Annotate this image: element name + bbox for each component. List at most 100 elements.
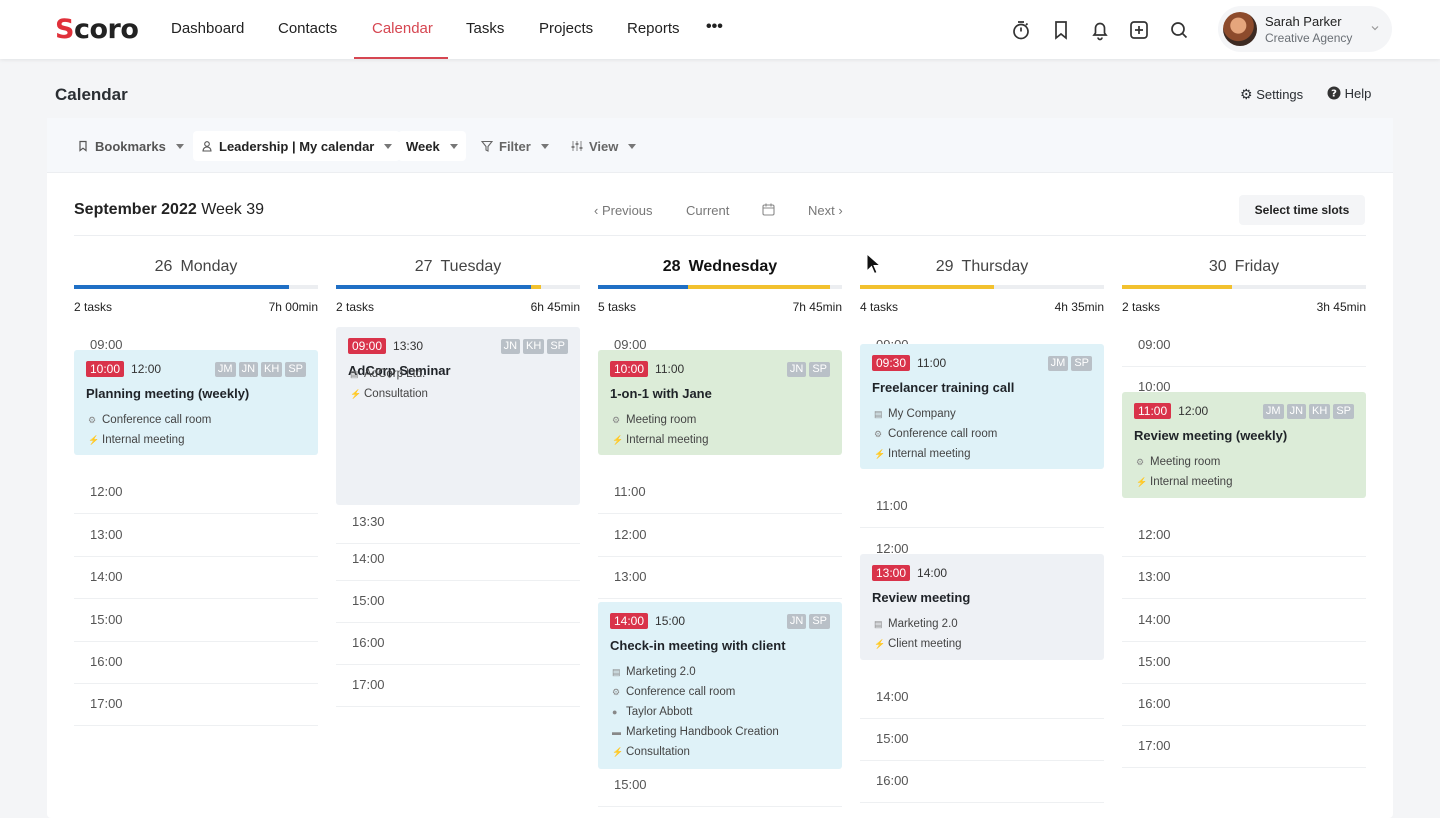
time-slot[interactable]: 16:00 [74, 642, 318, 684]
calendar-event[interactable]: 14:00 15:00 JN SP Check-in meeting with clie… [598, 602, 842, 769]
user-menu[interactable]: Sarah Parker Creative Agency [1218, 6, 1392, 52]
calendar-selector[interactable]: Leadership | My calendar [193, 131, 401, 161]
participant-initials[interactable]: JM [214, 362, 236, 377]
nav-dashboard[interactable]: Dashboard [171, 20, 244, 37]
time-slot[interactable]: 14:00 [860, 677, 1104, 719]
participant-initials[interactable]: JN [786, 614, 807, 629]
view-dropdown[interactable]: View [563, 131, 644, 161]
participant-initials[interactable]: SP [547, 339, 568, 354]
nav-projects[interactable]: Projects [539, 20, 593, 37]
nav-reports[interactable]: Reports [627, 20, 680, 37]
bell-icon[interactable] [1089, 19, 1111, 41]
time-slot[interactable]: 15:00 [598, 765, 842, 807]
participant-initials[interactable]: JM [1262, 404, 1284, 419]
time-slot[interactable]: 12:00 [1122, 515, 1366, 557]
time-slot[interactable]: 14:00 [74, 557, 318, 599]
time-slot[interactable]: 09:00 [1122, 325, 1366, 367]
participant-initials[interactable]: JN [500, 339, 521, 354]
participant-initials[interactable]: JN [786, 362, 807, 377]
current-button[interactable]: Current [686, 203, 729, 218]
time-slot-label: 14:00 [876, 689, 909, 704]
add-icon[interactable] [1128, 19, 1150, 41]
event-participants: JM JN KH SP [214, 362, 306, 377]
more-menu-icon[interactable]: ••• [706, 18, 723, 36]
range-selector[interactable]: Week [398, 131, 466, 161]
next-button[interactable]: Next › [808, 203, 843, 218]
participant-initials[interactable]: SP [1333, 404, 1354, 419]
type-icon: ⚡ [612, 746, 624, 757]
filter-dropdown[interactable]: Filter [473, 131, 557, 161]
previous-button[interactable]: ‹ Previous [594, 203, 653, 218]
time-slot[interactable]: 12:00 [598, 515, 842, 557]
bookmark-icon[interactable] [1050, 19, 1072, 41]
calendar-picker-icon[interactable] [762, 203, 775, 216]
help-link[interactable]: ? Help [1327, 86, 1371, 101]
day-header[interactable]: 26 Monday [74, 258, 318, 276]
day-header[interactable]: 29 Thursday [860, 258, 1104, 276]
time-slot[interactable]: 15:00 [1122, 642, 1366, 684]
calendar-event[interactable]: 10:00 11:00 JN SP 1-on-1 with Jane ⚙ Meeting r… [598, 350, 842, 455]
progress-segment [336, 285, 532, 289]
settings-link[interactable]: ⚙ Settings [1240, 86, 1303, 103]
event-start-badge: 09:00 [348, 338, 387, 354]
participant-initials[interactable]: SP [285, 362, 306, 377]
calendar-event[interactable]: 10:00 12:00 JM JN KH SP Planning meeting (week… [74, 350, 318, 455]
time-slot[interactable]: 13:00 [74, 515, 318, 557]
time-slot[interactable]: 11:00 [860, 486, 1104, 528]
calendar-event[interactable]: 09:00 13:30 JN KH SP AdCorp Seminar ▤ AdCorp Lt… [336, 327, 580, 505]
bookmarks-dropdown[interactable]: Bookmarks [69, 131, 192, 161]
participant-initials[interactable]: KH [261, 362, 283, 377]
event-detail: ▤ Marketing 2.0 [612, 666, 696, 678]
day-header[interactable]: 30 Friday [1122, 258, 1366, 276]
time-slot[interactable]: 13:00 [598, 557, 842, 599]
calendar-event[interactable]: 11:00 12:00 JM JN KH SP Review meeting (weekly… [1122, 392, 1366, 498]
time-slot[interactable]: 14:00 [336, 539, 580, 581]
nav-tasks[interactable]: Tasks [466, 20, 504, 37]
participant-initials[interactable]: KH [523, 339, 545, 354]
event-detail: ● Taylor Abbott [612, 706, 692, 718]
calendar-event[interactable]: 13:00 14:00 Review meeting ▤ Marketing 2.0 ⚡ C… [860, 554, 1104, 660]
time-slot[interactable]: 16:00 [336, 623, 580, 665]
participant-initials[interactable]: SP [809, 614, 830, 629]
day-header[interactable]: 27 Tuesday [336, 258, 580, 276]
time-slot[interactable]: 11:00 [598, 472, 842, 514]
participant-initials[interactable]: JN [238, 362, 259, 377]
nav-contacts[interactable]: Contacts [278, 20, 337, 37]
search-icon[interactable] [1168, 19, 1190, 41]
timer-icon[interactable] [1010, 19, 1032, 41]
time-slot[interactable]: 17:00 [336, 665, 580, 707]
event-time: 11:00 12:00 [1134, 403, 1208, 419]
participant-initials[interactable]: SP [1071, 356, 1092, 371]
calendar-event[interactable]: 09:30 11:00 JM SP Freelancer training call ▤ M… [860, 344, 1104, 469]
time-slot[interactable]: 13:30 [336, 502, 580, 544]
participant-initials[interactable]: JM [1047, 356, 1069, 371]
event-end-time: 14:00 [917, 566, 948, 580]
time-slot[interactable]: 15:00 [74, 600, 318, 642]
time-slot[interactable]: 16:00 [1122, 684, 1366, 726]
day-header[interactable]: 28 Wednesday [598, 258, 842, 276]
participant-initials[interactable]: SP [809, 362, 830, 377]
time-slot[interactable]: 13:00 [1122, 557, 1366, 599]
participant-initials[interactable]: KH [1309, 404, 1331, 419]
project-icon: ▤ [612, 666, 621, 677]
time-slot[interactable]: 15:00 [336, 581, 580, 623]
previous-label: Previous [601, 203, 653, 218]
event-start-badge: 09:30 [872, 355, 911, 371]
time-slot-label: 16:00 [876, 773, 909, 788]
time-slot-label: 17:00 [352, 677, 385, 692]
time-slot[interactable]: 17:00 [1122, 726, 1366, 768]
time-slot-label: 11:00 [614, 484, 646, 499]
caret-down-icon [175, 143, 184, 149]
scoro-logo[interactable]: Scoro [55, 14, 139, 45]
time-slot[interactable]: 17:00 [74, 684, 318, 726]
nav-calendar[interactable]: Calendar [372, 20, 433, 37]
time-slot[interactable]: 14:00 [1122, 600, 1366, 642]
event-detail-text: Taylor Abbott [626, 706, 693, 718]
select-time-slots-button[interactable]: Select time slots [1239, 195, 1365, 225]
time-slot[interactable]: 15:00 [860, 719, 1104, 761]
week-label: Week 39 [201, 201, 265, 218]
time-slot[interactable]: 16:00 [860, 761, 1104, 803]
day-name: Thursday [961, 258, 1029, 275]
participant-initials[interactable]: JN [1286, 404, 1307, 419]
time-slot[interactable]: 12:00 [74, 472, 318, 514]
